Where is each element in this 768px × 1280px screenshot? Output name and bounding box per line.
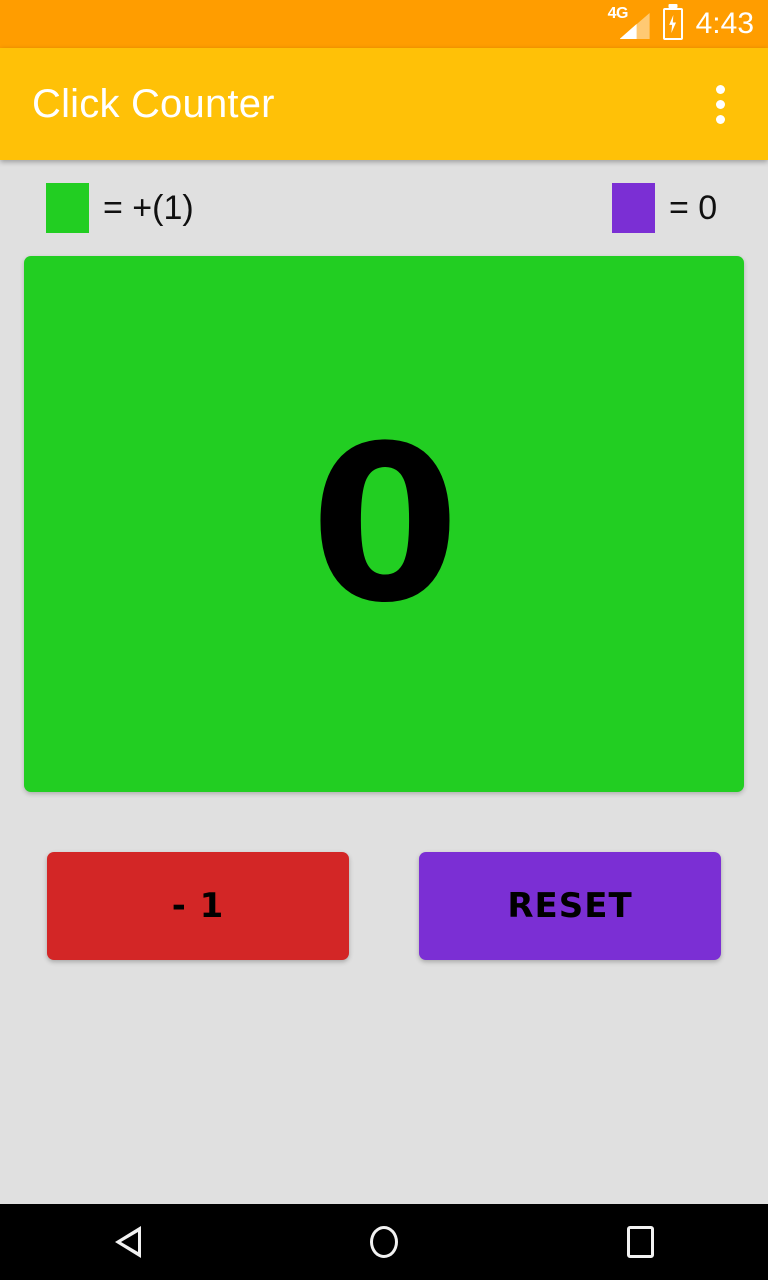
legend-label-increment: = +(1) — [103, 189, 194, 227]
status-bar: 4G 4:43 — [0, 0, 768, 48]
legend-row: = +(1) = 0 — [0, 180, 768, 236]
main-content: = +(1) = 0 0 - 1 RESET — [0, 160, 768, 1204]
overflow-dot — [715, 84, 725, 94]
legend-item-reset: = 0 — [612, 183, 717, 233]
phone-screen: 4G 4:43 Click Counter = +(1) = 0 0 - 1 R… — [0, 0, 768, 1280]
nav-back-button[interactable] — [0, 1204, 256, 1280]
back-icon — [115, 1226, 141, 1258]
recents-icon — [626, 1226, 654, 1258]
status-bar-clock: 4:43 — [695, 7, 754, 40]
status-bar-icons: 4G 4:43 — [607, 5, 754, 41]
charging-bolt-icon — [669, 15, 677, 33]
home-icon — [370, 1226, 398, 1258]
reset-button[interactable]: RESET — [419, 852, 721, 960]
signal-network-label: 4G — [607, 5, 629, 22]
legend-swatch-green — [46, 183, 89, 233]
app-bar: Click Counter — [0, 48, 768, 160]
action-button-row: - 1 RESET — [0, 852, 768, 964]
counter-display-button[interactable]: 0 — [24, 256, 744, 792]
signal-bars-filled — [619, 24, 637, 39]
nav-home-button[interactable] — [256, 1204, 512, 1280]
nav-recents-button[interactable] — [512, 1204, 768, 1280]
decrement-button[interactable]: - 1 — [47, 852, 349, 960]
counter-value: 0 — [310, 398, 460, 650]
system-navigation-bar — [0, 1204, 768, 1280]
legend-item-increment: = +(1) — [46, 183, 194, 233]
overflow-dot — [715, 99, 725, 109]
overflow-dot — [715, 114, 725, 124]
battery-charging-icon — [662, 8, 683, 40]
legend-swatch-purple — [612, 183, 655, 233]
legend-label-reset: = 0 — [669, 189, 718, 227]
app-title: Click Counter — [32, 81, 275, 126]
more-vert-icon[interactable] — [692, 72, 748, 136]
signal-4g-icon: 4G — [607, 5, 650, 41]
